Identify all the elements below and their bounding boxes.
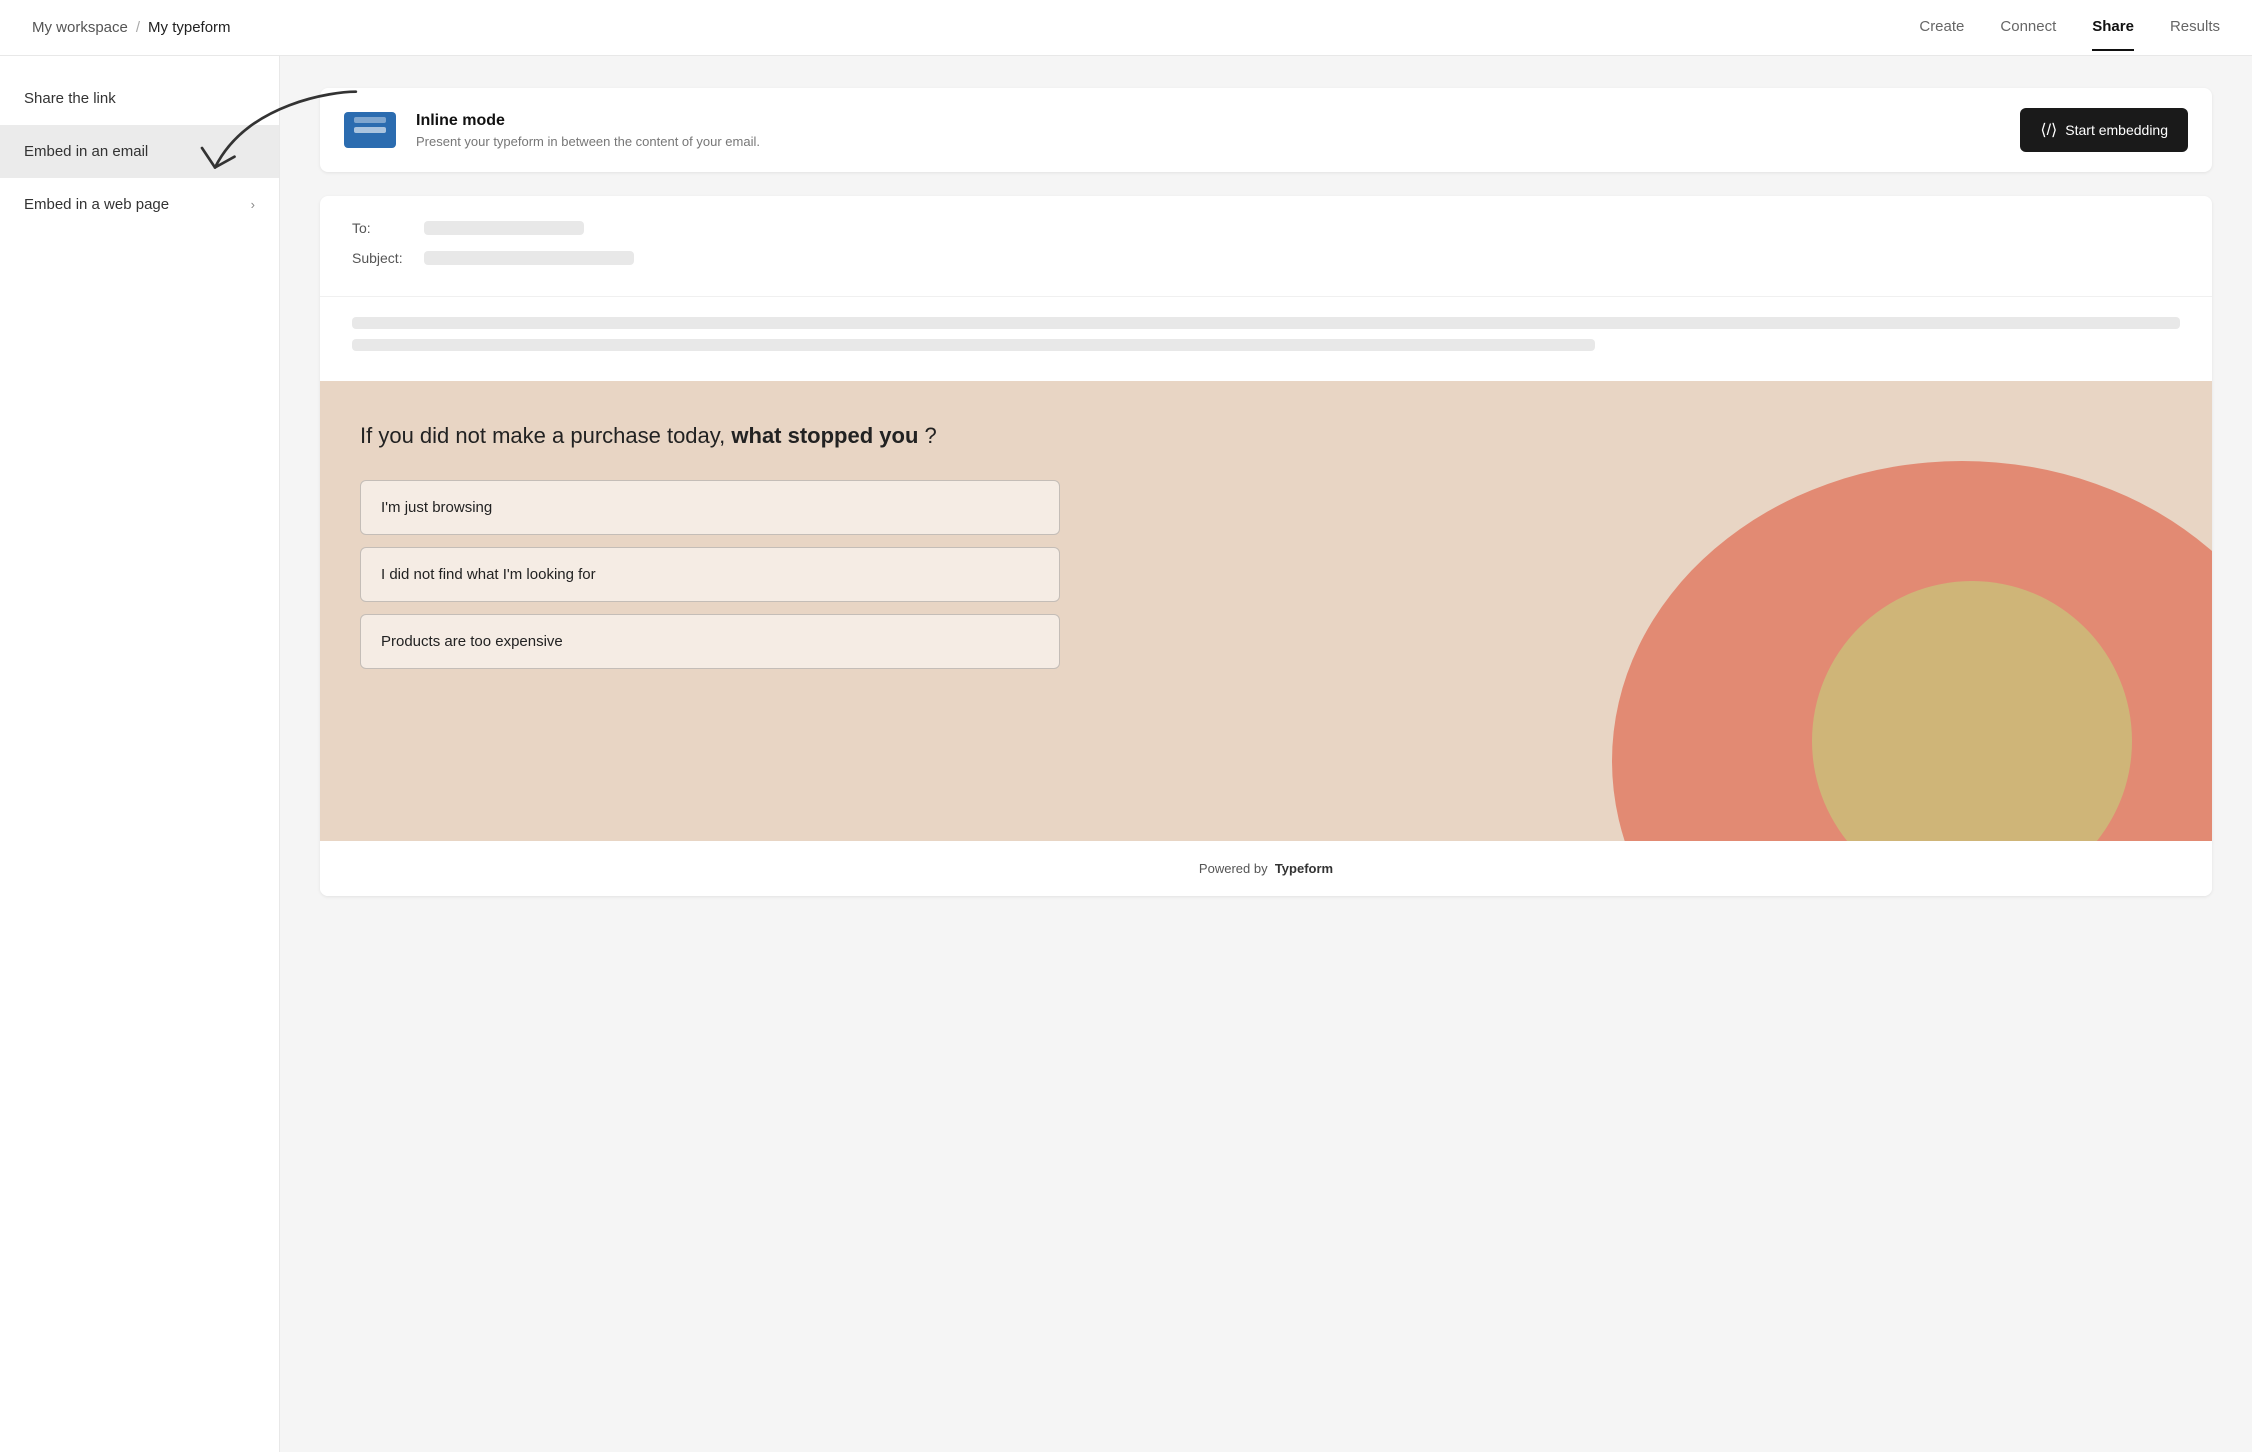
sidebar-item-share-link[interactable]: Share the link	[0, 72, 279, 125]
powered-brand: Typeform	[1275, 861, 1333, 876]
content-area: Inline mode Present your typeform in bet…	[280, 56, 2252, 1452]
tf-option-3[interactable]: Products are too expensive	[360, 614, 1060, 669]
mode-description: Present your typeform in between the con…	[416, 134, 2000, 149]
email-body	[320, 297, 2212, 381]
tf-option-2-label: I did not find what I'm looking for	[381, 566, 596, 583]
code-icon: ⟨/⟩	[2040, 120, 2057, 140]
email-body-line-2	[352, 339, 1595, 351]
breadcrumb: My workspace / My typeform	[32, 19, 1919, 36]
breadcrumb-separator: /	[136, 19, 140, 36]
breadcrumb-current: My typeform	[148, 19, 231, 36]
inline-mode-icon	[344, 112, 396, 148]
sidebar-item-embed-web[interactable]: Embed in a web page ›	[0, 178, 279, 231]
email-to-label: To:	[352, 220, 412, 236]
nav-results[interactable]: Results	[2170, 18, 2220, 37]
tf-option-3-label: Products are too expensive	[381, 633, 563, 650]
sidebar: Share the link Embed in an email Embed i…	[0, 56, 280, 1452]
email-fields: To: Subject:	[320, 196, 2212, 297]
tf-option-2[interactable]: I did not find what I'm looking for	[360, 547, 1060, 602]
email-subject-row: Subject:	[352, 250, 2180, 266]
chevron-right-icon: ›	[251, 197, 255, 212]
tf-option-1-label: I'm just browsing	[381, 499, 492, 516]
sidebar-item-share-link-label: Share the link	[24, 90, 116, 107]
nav-links: Create Connect Share Results	[1919, 18, 2220, 37]
mode-info: Inline mode Present your typeform in bet…	[416, 112, 2000, 149]
nav-connect[interactable]: Connect	[2000, 18, 2056, 37]
start-embedding-label: Start embedding	[2065, 122, 2168, 138]
sidebar-item-embed-email[interactable]: Embed in an email	[0, 125, 279, 178]
mode-icon-inner	[354, 127, 386, 133]
nav-share[interactable]: Share	[2092, 18, 2134, 51]
typeform-preview: If you did not make a purchase today, wh…	[320, 381, 2212, 841]
typeform-question: If you did not make a purchase today, wh…	[360, 421, 960, 452]
email-to-row: To:	[352, 220, 2180, 236]
email-preview: To: Subject: If you did not make a purch	[320, 196, 2212, 896]
sidebar-item-embed-email-label: Embed in an email	[24, 143, 148, 160]
email-subject-label: Subject:	[352, 250, 412, 266]
mode-title: Inline mode	[416, 112, 2000, 130]
email-body-line-1	[352, 317, 2180, 329]
powered-by-text: Powered by	[1199, 861, 1268, 876]
start-embedding-button[interactable]: ⟨/⟩ Start embedding	[2020, 108, 2188, 152]
sidebar-item-embed-web-label: Embed in a web page	[24, 196, 169, 213]
main-layout: Share the link Embed in an email Embed i…	[0, 56, 2252, 1452]
top-nav: My workspace / My typeform Create Connec…	[0, 0, 2252, 56]
question-bold: what stopped you	[731, 423, 918, 448]
email-to-value	[424, 221, 584, 235]
breadcrumb-workspace[interactable]: My workspace	[32, 19, 128, 36]
nav-create[interactable]: Create	[1919, 18, 1964, 37]
question-suffix: ?	[925, 423, 937, 448]
mode-card: Inline mode Present your typeform in bet…	[320, 88, 2212, 172]
question-prefix: If you did not make a purchase today,	[360, 423, 725, 448]
email-subject-value	[424, 251, 634, 265]
tf-option-1[interactable]: I'm just browsing	[360, 480, 1060, 535]
powered-by-bar: Powered by Typeform	[320, 841, 2212, 896]
